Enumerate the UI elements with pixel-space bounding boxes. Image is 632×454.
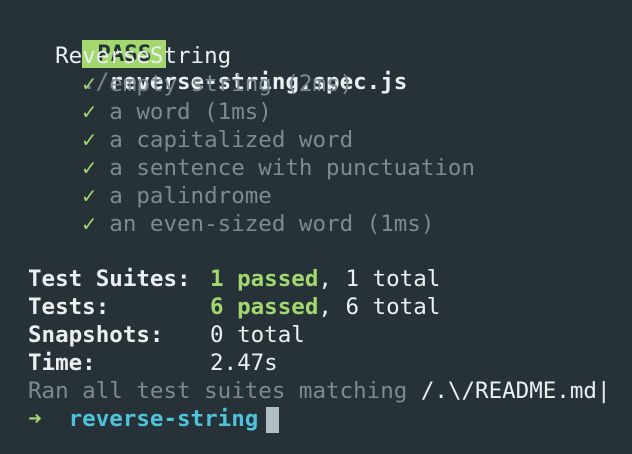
summary-label: Time: — [28, 350, 96, 376]
check-icon: ✓ — [82, 155, 96, 181]
summary-label: Tests: — [28, 294, 110, 320]
test-name: a sentence with punctuation — [109, 155, 476, 181]
suite-name-row: ReverseString — [28, 42, 231, 70]
test-result-row: ✓ a palindrome — [28, 182, 272, 210]
summary-snapshots: Snapshots: 0 total — [28, 321, 305, 349]
summary-passed: 6 passed — [210, 294, 319, 320]
summary-label: Test Suites: — [28, 266, 191, 292]
summary-total: , 1 total — [318, 266, 441, 292]
ran-suites-line: Ran all test suites matching /.\/README.… — [28, 377, 611, 405]
prompt-arrow-icon: ➜ — [28, 406, 42, 432]
test-result-row: ✓ a sentence with punctuation — [28, 154, 475, 182]
summary-time: Time: 2.47s — [28, 349, 278, 377]
check-icon: ✓ — [82, 127, 96, 153]
test-result-row: ✓ an even-sized word (1ms) — [28, 210, 434, 238]
test-file-header: PASS ./reverse-string.spec.js — [28, 12, 407, 95]
test-name: a capitalized word — [109, 127, 354, 153]
test-result-row: ✓ empty string (2ms) — [28, 70, 353, 98]
check-icon: ✓ — [82, 183, 96, 209]
test-result-row: ✓ a capitalized word — [28, 126, 353, 154]
terminal-window[interactable]: PASS ./reverse-string.spec.js ReverseStr… — [0, 0, 632, 454]
test-name: empty string (2ms) — [109, 71, 354, 97]
test-name: a word (1ms) — [109, 99, 272, 125]
check-icon: ✓ — [82, 71, 96, 97]
ran-suites-pattern: /.\/README.md| — [420, 378, 611, 404]
summary-value: 2.47s — [210, 350, 278, 376]
test-name: a palindrome — [109, 183, 272, 209]
prompt-directory: reverse-string — [68, 406, 259, 432]
shell-prompt[interactable]: ➜ reverse-string — [28, 405, 280, 433]
suite-name: ReverseString — [55, 43, 232, 69]
summary-label: Snapshots: — [28, 322, 164, 348]
ran-suites-text: Ran all test suites matching — [28, 378, 421, 404]
check-icon: ✓ — [82, 211, 96, 237]
summary-total: , 6 total — [318, 294, 441, 320]
test-name: an even-sized word (1ms) — [109, 211, 435, 237]
text-cursor[interactable] — [266, 406, 280, 433]
summary-value: 0 total — [210, 322, 305, 348]
summary-passed: 1 passed — [210, 266, 319, 292]
test-result-row: ✓ a word (1ms) — [28, 98, 272, 126]
summary-tests: Tests: 6 passed, 6 total — [28, 293, 440, 321]
check-icon: ✓ — [82, 99, 96, 125]
summary-test-suites: Test Suites: 1 passed, 1 total — [28, 265, 440, 293]
